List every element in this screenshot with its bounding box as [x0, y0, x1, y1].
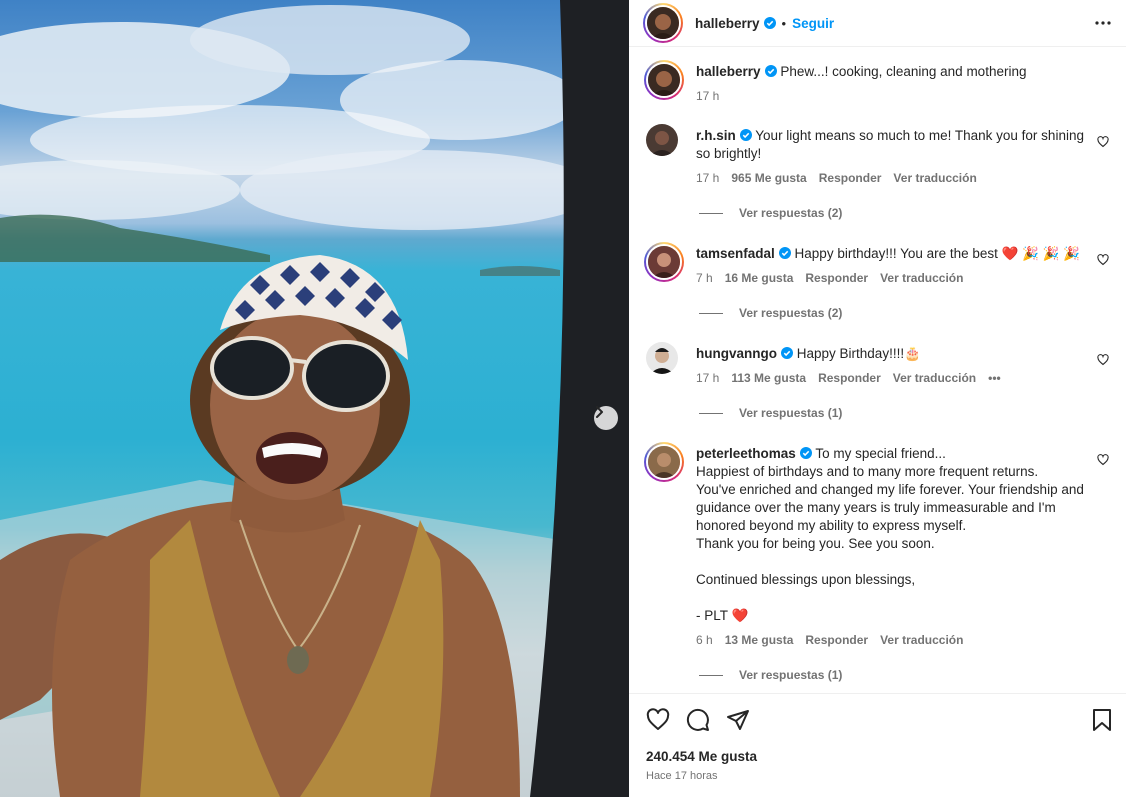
caption-text: Phew...! cooking, cleaning and mothering — [780, 64, 1027, 79]
comments-list[interactable]: halleberry Phew...! cooking, cleaning an… — [629, 48, 1126, 693]
replies-line — [699, 212, 723, 214]
verified-badge-icon — [764, 65, 777, 77]
comment-likes[interactable]: 13 Me gusta — [725, 631, 794, 649]
post-detail-panel: halleberry • Seguir halleberry Phew...! … — [629, 0, 1126, 797]
comment-text-line: Continued blessings upon blessings, — [696, 572, 916, 587]
replies-line — [699, 412, 723, 414]
comment-likes[interactable]: 113 Me gusta — [731, 369, 806, 387]
replies-line — [699, 312, 723, 314]
comment-text-line: Thank you for being you. See you soon. — [696, 536, 935, 551]
comment-text: Happy Birthday!!!!🎂 — [796, 346, 921, 361]
verified-badge-icon — [739, 129, 752, 141]
translate-button[interactable]: Ver traducción — [893, 169, 976, 187]
comment-avatar[interactable] — [646, 342, 678, 374]
caption-avatar-image — [648, 64, 680, 96]
heart-icon[interactable] — [1097, 136, 1109, 148]
comment-text-line — [696, 553, 1091, 571]
comment-username[interactable]: r.h.sin — [696, 128, 736, 143]
comment-avatar[interactable] — [646, 124, 678, 156]
translate-button[interactable]: Ver traducción — [880, 269, 963, 287]
comment-username[interactable]: peterleethomas — [696, 446, 796, 461]
author-username[interactable]: halleberry — [695, 16, 760, 31]
comment-avatar-image — [648, 246, 680, 278]
comment-item: hungvanngo Happy Birthday!!!!🎂 17 h 113 … — [643, 342, 1112, 392]
reply-button[interactable]: Responder — [819, 169, 882, 187]
heart-icon[interactable] — [646, 708, 670, 732]
translate-button[interactable]: Ver traducción — [893, 369, 976, 387]
more-icon[interactable] — [1094, 14, 1112, 32]
author-avatar-image — [647, 7, 679, 39]
comment-time: 7 h — [696, 271, 713, 285]
view-replies-label: Ver respuestas (2) — [739, 306, 843, 320]
comment-text-line — [696, 589, 1091, 607]
comment-avatar-image — [646, 342, 678, 374]
comment-likes[interactable]: 16 Me gusta — [725, 269, 794, 287]
comment-time: 6 h — [696, 633, 713, 647]
comment-text-line: Happiest of birthdays and to many more f… — [696, 464, 1039, 479]
verified-badge-icon — [763, 17, 776, 29]
comment-avatar[interactable] — [644, 242, 684, 282]
view-replies-button[interactable]: Ver respuestas (2) — [699, 306, 842, 320]
verified-badge-icon — [781, 347, 793, 359]
comment-text: Happy birthday!!! You are the best ❤️ 🎉 … — [794, 246, 1081, 261]
heart-icon[interactable] — [1097, 454, 1109, 466]
caption-username[interactable]: halleberry — [696, 64, 761, 79]
comment-username[interactable]: tamsenfadal — [696, 246, 775, 261]
caption-time: 17 h — [696, 89, 720, 103]
post-photo-illustration — [0, 0, 629, 797]
reply-button[interactable]: Responder — [805, 631, 868, 649]
view-replies-label: Ver respuestas (2) — [739, 206, 843, 220]
comment-text-line: You've enriched and changed my life fore… — [696, 482, 1084, 533]
comment-time: 17 h — [696, 171, 720, 185]
author-avatar[interactable] — [643, 3, 683, 43]
comment-item: tamsenfadal Happy birthday!!! You are th… — [643, 242, 1112, 292]
comment-text-line: To my special friend... — [815, 446, 946, 461]
comment-time: 17 h — [696, 371, 720, 385]
comment-item: peterleethomas To my special friend... H… — [643, 442, 1112, 652]
send-icon[interactable] — [726, 708, 750, 732]
comment-icon[interactable] — [686, 708, 710, 732]
comment-avatar-image — [648, 446, 680, 478]
separator-dot: • — [781, 15, 787, 31]
chevron-right-icon — [596, 406, 603, 418]
likes-count[interactable]: 240.454 Me gusta — [646, 749, 757, 764]
comment-text: Your light means so much to me! Thank yo… — [696, 128, 1084, 161]
post-actions: 240.454 Me gusta Hace 17 horas — [629, 693, 1126, 797]
reply-button[interactable]: Responder — [818, 369, 881, 387]
heart-icon[interactable] — [1097, 254, 1109, 266]
post-header: halleberry • Seguir — [629, 0, 1126, 47]
translate-button[interactable]: Ver traducción — [880, 631, 963, 649]
view-replies-label: Ver respuestas (1) — [739, 668, 843, 682]
view-replies-button[interactable]: Ver respuestas (1) — [699, 668, 842, 682]
verified-badge-icon — [799, 447, 812, 459]
view-replies-label: Ver respuestas (1) — [739, 406, 843, 420]
comment-username[interactable]: hungvanngo — [696, 346, 777, 361]
comment-avatar[interactable] — [644, 442, 684, 482]
bookmark-icon[interactable] — [1091, 708, 1113, 732]
follow-button[interactable]: Seguir — [792, 16, 834, 31]
verified-badge-icon — [778, 247, 791, 259]
caption-avatar[interactable] — [644, 60, 684, 100]
post-time: Hace 17 horas — [646, 770, 718, 782]
comment-text-line: - PLT ❤️ — [696, 608, 749, 623]
replies-line — [699, 674, 723, 676]
post-photo — [0, 0, 629, 797]
post-caption: halleberry Phew...! cooking, cleaning an… — [643, 60, 1112, 110]
view-replies-button[interactable]: Ver respuestas (2) — [699, 206, 842, 220]
comment-likes[interactable]: 965 Me gusta — [731, 169, 806, 187]
view-replies-button[interactable]: Ver respuestas (1) — [699, 406, 842, 420]
comment-options-button[interactable]: ••• — [988, 369, 1001, 387]
comment-avatar-image — [646, 124, 678, 156]
heart-icon[interactable] — [1097, 354, 1109, 366]
reply-button[interactable]: Responder — [805, 269, 868, 287]
comment-item: r.h.sin Your light means so much to me! … — [643, 124, 1112, 194]
next-image-button[interactable] — [594, 406, 618, 430]
